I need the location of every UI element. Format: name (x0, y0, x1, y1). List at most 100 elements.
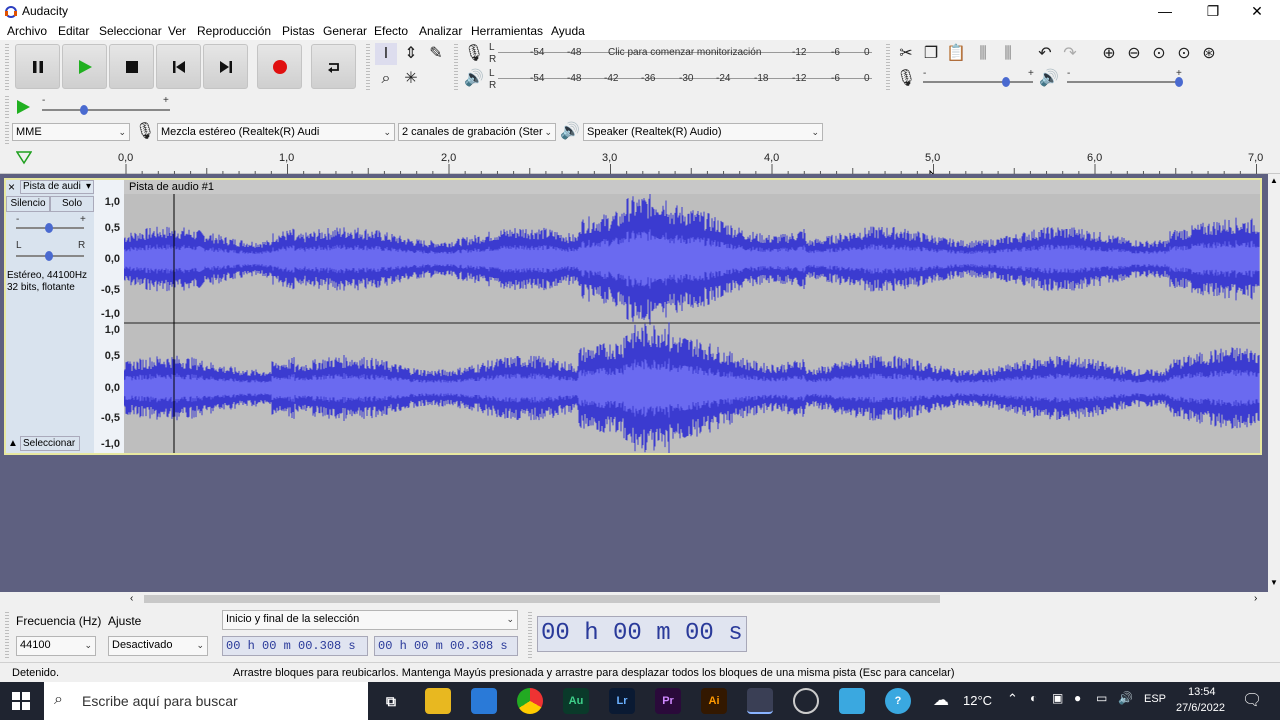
menu-archivo[interactable]: Archivo (7, 24, 47, 38)
collapse-track-icon[interactable]: ▲ (8, 438, 18, 449)
selection-end-time[interactable]: 00 h 00 m 00.308 s (374, 636, 518, 656)
playback-speed-thumb[interactable] (80, 105, 88, 115)
vertical-scrollbar[interactable]: ▲ ▼ (1268, 174, 1280, 592)
horizontal-scroll-thumb[interactable] (144, 595, 940, 603)
selection-tool-icon[interactable]: I (375, 43, 397, 65)
help-icon[interactable]: ? (885, 688, 911, 714)
toolbar-grip[interactable] (886, 44, 890, 92)
battery-icon[interactable]: ▭ (1096, 691, 1107, 705)
record-meter-prompt[interactable]: Clic para comenzar monitorización (608, 47, 761, 58)
recording-device-select[interactable]: Mezcla estéreo (Realtek(R) Audi ⌄ (157, 123, 395, 141)
clock-date[interactable]: 27/6/2022 (1176, 702, 1225, 714)
volume-tray-icon[interactable]: 🔊 (1118, 691, 1133, 705)
toolbar-grip[interactable] (5, 612, 9, 658)
illustrator-app-icon[interactable]: Ai (701, 688, 727, 714)
menu-ayuda[interactable]: Ayuda (551, 24, 585, 38)
lightroom-app-icon[interactable]: Lr (609, 688, 635, 714)
zoom-out-icon[interactable]: ⊖ (1123, 43, 1145, 65)
skip-to-end-button[interactable] (203, 44, 248, 89)
menu-ver[interactable]: Ver (168, 24, 186, 38)
zoom-tool-icon[interactable]: ⌕ (375, 68, 397, 90)
paste-icon[interactable]: 📋 (945, 43, 967, 65)
windows-start-icon[interactable] (12, 692, 30, 710)
undo-icon[interactable]: ↶ (1034, 43, 1056, 65)
gain-slider-thumb[interactable] (45, 223, 53, 233)
audio-host-select[interactable]: MME ⌄ (12, 123, 130, 141)
solo-button[interactable]: Solo (50, 196, 94, 212)
mute-button[interactable]: Silencio (6, 196, 50, 212)
scroll-up-icon[interactable]: ▲ (1270, 176, 1278, 185)
track-close-button[interactable]: × (8, 180, 15, 194)
notifications-icon[interactable]: 🗨 (1242, 690, 1262, 710)
play-button[interactable] (62, 44, 107, 89)
draw-tool-icon[interactable]: ✎ (425, 43, 447, 65)
app-window-icon[interactable] (839, 688, 865, 714)
store-icon[interactable] (471, 688, 497, 714)
menu-generar[interactable]: Generar (323, 24, 367, 38)
menu-pistas[interactable]: Pistas (282, 24, 315, 38)
pause-button[interactable] (15, 44, 60, 89)
toolbar-grip[interactable] (366, 44, 370, 92)
fit-project-icon[interactable]: ⊙ (1173, 43, 1195, 65)
loop-button[interactable] (311, 44, 356, 89)
tray-overflow-icon[interactable]: ⌃ (1007, 691, 1018, 707)
record-button[interactable] (257, 44, 302, 89)
scroll-down-icon[interactable]: ▼ (1270, 578, 1278, 587)
stop-button[interactable] (109, 44, 154, 89)
timeline-ruler[interactable]: 0,0 1,0 2,0 3,0 4,0 5,0 6,0 7,0 (0, 146, 1280, 187)
toolbar-grip[interactable] (5, 122, 9, 144)
audacity-taskbar-icon[interactable] (747, 688, 773, 714)
horizontal-scrollbar[interactable]: ‹ › (128, 592, 1268, 606)
play-at-speed-icon[interactable] (14, 98, 32, 116)
menu-reproduccion[interactable]: Reproducción (197, 24, 271, 38)
fit-selection-icon[interactable]: ⊙ (1148, 43, 1170, 65)
speaker-icon[interactable]: 🔊 (463, 68, 485, 90)
close-window-button[interactable]: ✕ (1234, 0, 1280, 22)
playback-volume-thumb[interactable] (1175, 77, 1183, 87)
selection-mode-select[interactable]: Inicio y final de la selección ⌄ (222, 610, 518, 630)
copy-icon[interactable]: ❐ (920, 43, 942, 65)
clip-title-bar[interactable]: Pista de audio #1 (124, 180, 1260, 194)
recording-channels-select[interactable]: 2 canales de grabación (Ster ⌄ (398, 123, 556, 141)
menu-analizar[interactable]: Analizar (419, 24, 462, 38)
menu-herramientas[interactable]: Herramientas (471, 24, 543, 38)
zoom-in-icon[interactable]: ⊕ (1098, 43, 1120, 65)
zoom-toggle-icon[interactable]: ⊛ (1198, 43, 1220, 65)
scroll-left-icon[interactable]: ‹ (130, 593, 133, 604)
minimize-button[interactable]: — (1142, 0, 1188, 22)
selection-start-time[interactable]: 00 h 00 m 00.308 s (222, 636, 368, 656)
redo-icon[interactable]: ↷ (1059, 43, 1081, 65)
toolbar-grip[interactable] (528, 612, 532, 658)
tray-app-icon[interactable]: ◐ (1030, 691, 1037, 705)
trim-icon[interactable]: ⫼ (972, 43, 994, 65)
chrome-icon[interactable] (517, 688, 543, 714)
envelope-tool-icon[interactable]: ⇕ (400, 43, 422, 65)
restore-button[interactable]: ❐ (1190, 0, 1236, 22)
toolbar-grip[interactable] (454, 44, 458, 92)
playback-device-select[interactable]: Speaker (Realtek(R) Audio) ⌄ (583, 123, 823, 141)
clock-time[interactable]: 13:54 (1188, 686, 1216, 698)
premiere-app-icon[interactable]: Pr (655, 688, 681, 714)
pan-slider-thumb[interactable] (45, 251, 53, 261)
mic-tray-icon[interactable]: ● (1074, 691, 1081, 705)
task-view-icon[interactable]: ⧉ (378, 688, 404, 714)
waveform-canvas[interactable] (124, 194, 1260, 453)
skip-to-start-button[interactable] (156, 44, 201, 89)
taskbar-search-box[interactable]: ⌕ Escribe aquí para buscar (44, 682, 368, 720)
waveform-area[interactable]: Pista de audio #1 (124, 180, 1260, 453)
menu-seleccionar[interactable]: Seleccionar (99, 24, 162, 38)
menu-editar[interactable]: Editar (58, 24, 89, 38)
select-track-button[interactable]: Seleccionar (20, 436, 80, 451)
playback-volume-slider[interactable] (1067, 81, 1182, 83)
multi-tool-icon[interactable]: ✳ (400, 68, 422, 90)
recording-volume-slider[interactable] (923, 81, 1033, 83)
audition-app-icon[interactable]: Au (563, 688, 589, 714)
microphone-icon[interactable]: 🎙 (463, 43, 485, 65)
scroll-right-icon[interactable]: › (1254, 593, 1257, 604)
file-explorer-icon[interactable] (425, 688, 451, 714)
toolbar-grip[interactable] (5, 96, 9, 118)
menu-efecto[interactable]: Efecto (374, 24, 408, 38)
toolbar-grip[interactable] (5, 44, 9, 92)
input-language[interactable]: ESP (1144, 693, 1166, 705)
snap-select[interactable]: Desactivado ⌄ (108, 636, 208, 656)
